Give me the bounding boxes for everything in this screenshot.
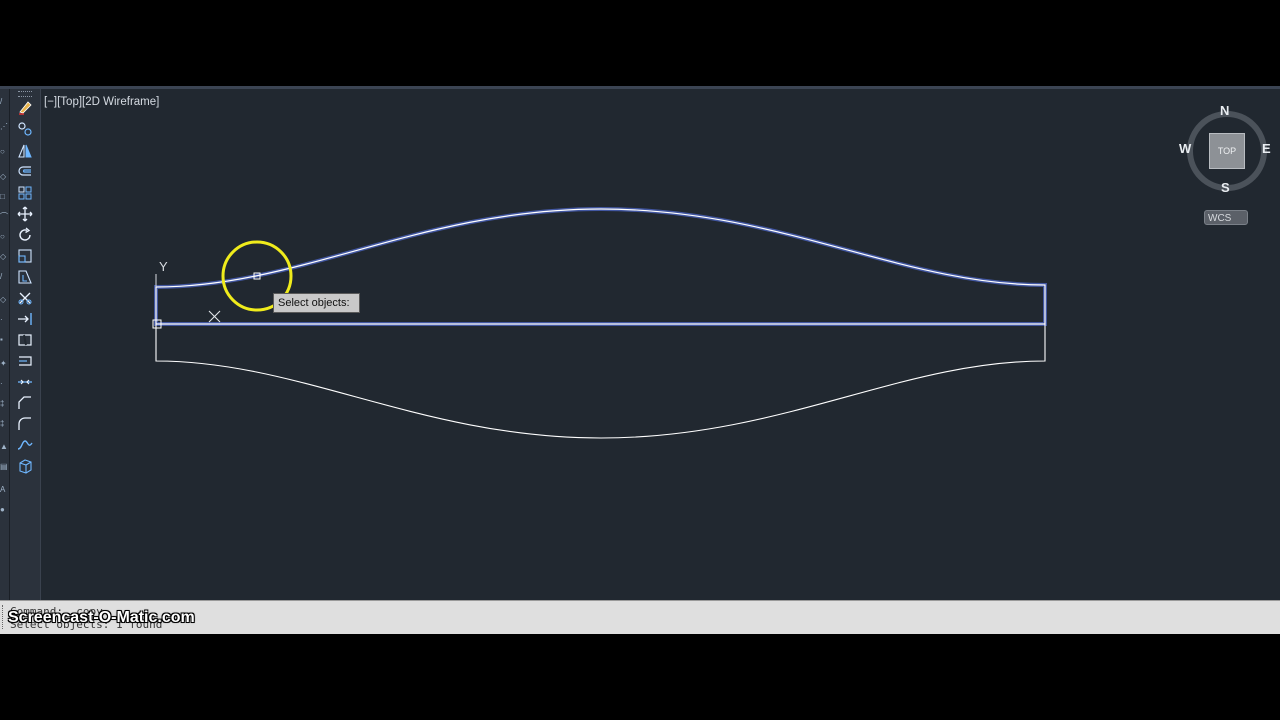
modify-toolbar <box>10 89 41 600</box>
wcs-menu[interactable]: WCS <box>1204 210 1248 225</box>
edge-tool-icon[interactable]: · <box>0 380 6 388</box>
viewcube[interactable]: TOP N S E W <box>1179 103 1273 203</box>
trim-icon[interactable] <box>16 289 34 307</box>
edge-tool-icon[interactable]: ◇ <box>0 173 6 181</box>
array-icon[interactable] <box>16 184 34 202</box>
edge-tool-icon[interactable]: ‡ <box>0 400 6 408</box>
screencast-watermark: Screencast-O-Matic.com <box>8 609 195 626</box>
edge-tool-icon[interactable]: ✦ <box>0 360 7 368</box>
fillet-icon[interactable] <box>16 415 34 433</box>
edge-tool-icon[interactable]: ● <box>0 506 6 514</box>
mirror-icon[interactable] <box>16 142 34 160</box>
edge-tool-icon[interactable]: ▤ <box>0 463 8 471</box>
left-edge-toolbar: / ⋰ ○ ◇ □ ⌒ ○ ◇ / ◇ · ▪ ✦ · ‡ ‡ ▲ ▤ A ● <box>0 89 10 600</box>
ucs-y-label: Y <box>159 259 168 274</box>
edge-tool-icon[interactable]: ‡ <box>0 420 6 428</box>
lower-profile[interactable] <box>155 324 1046 439</box>
offset-icon[interactable] <box>16 163 34 181</box>
explode-icon[interactable] <box>16 373 34 391</box>
edge-tool-icon[interactable]: ⌒ <box>0 213 8 221</box>
edge-tool-icon[interactable]: ○ <box>0 148 6 156</box>
move-icon[interactable] <box>16 205 34 223</box>
scale-icon[interactable] <box>16 247 34 265</box>
copy-icon[interactable] <box>16 120 34 138</box>
edge-tool-icon[interactable]: · <box>0 316 6 324</box>
rotate-icon[interactable] <box>16 226 34 244</box>
viewcube-top-face[interactable]: TOP <box>1209 133 1245 169</box>
edge-tool-icon[interactable]: □ <box>0 193 6 201</box>
extend-icon[interactable] <box>16 310 34 328</box>
cursor-tooltip: Select objects: <box>273 293 360 313</box>
compass-north[interactable]: N <box>1220 103 1229 118</box>
chamfer-icon[interactable] <box>16 394 34 412</box>
screen-frame: / ⋰ ○ ◇ □ ⌒ ○ ◇ / ◇ · ▪ ✦ · ‡ ‡ ▲ ▤ A ● <box>0 0 1280 720</box>
edge-tool-icon[interactable]: ◇ <box>0 253 6 261</box>
compass-west[interactable]: W <box>1179 141 1191 156</box>
edge-tool-icon[interactable]: / <box>0 98 6 106</box>
command-line-grip[interactable] <box>2 605 7 629</box>
edge-tool-icon[interactable]: A <box>0 486 6 494</box>
x-marker-icon <box>208 310 221 323</box>
compass-east[interactable]: E <box>1262 141 1271 156</box>
3d-box-icon[interactable] <box>16 457 34 475</box>
ucs-icon: Y <box>155 259 168 287</box>
erase-icon[interactable] <box>16 98 34 116</box>
toolbar-grip[interactable] <box>18 91 32 97</box>
drawing-canvas[interactable]: Y <box>41 89 1280 600</box>
edge-tool-icon[interactable]: ⋰ <box>0 123 8 131</box>
edge-tool-icon[interactable]: ▪ <box>0 336 6 344</box>
edge-tool-icon[interactable]: ○ <box>0 233 6 241</box>
edge-tool-icon[interactable]: ◇ <box>0 296 6 304</box>
join-icon[interactable] <box>16 352 34 370</box>
blend-curves-icon[interactable] <box>16 436 34 454</box>
break-icon[interactable] <box>16 331 34 349</box>
stretch-icon[interactable] <box>16 268 34 286</box>
drawing-viewport[interactable]: [−][Top][2D Wireframe] Y Select objects:… <box>41 89 1280 600</box>
edge-tool-icon[interactable]: ▲ <box>0 443 8 451</box>
compass-south[interactable]: S <box>1221 180 1230 195</box>
edge-tool-icon[interactable]: / <box>0 273 6 281</box>
